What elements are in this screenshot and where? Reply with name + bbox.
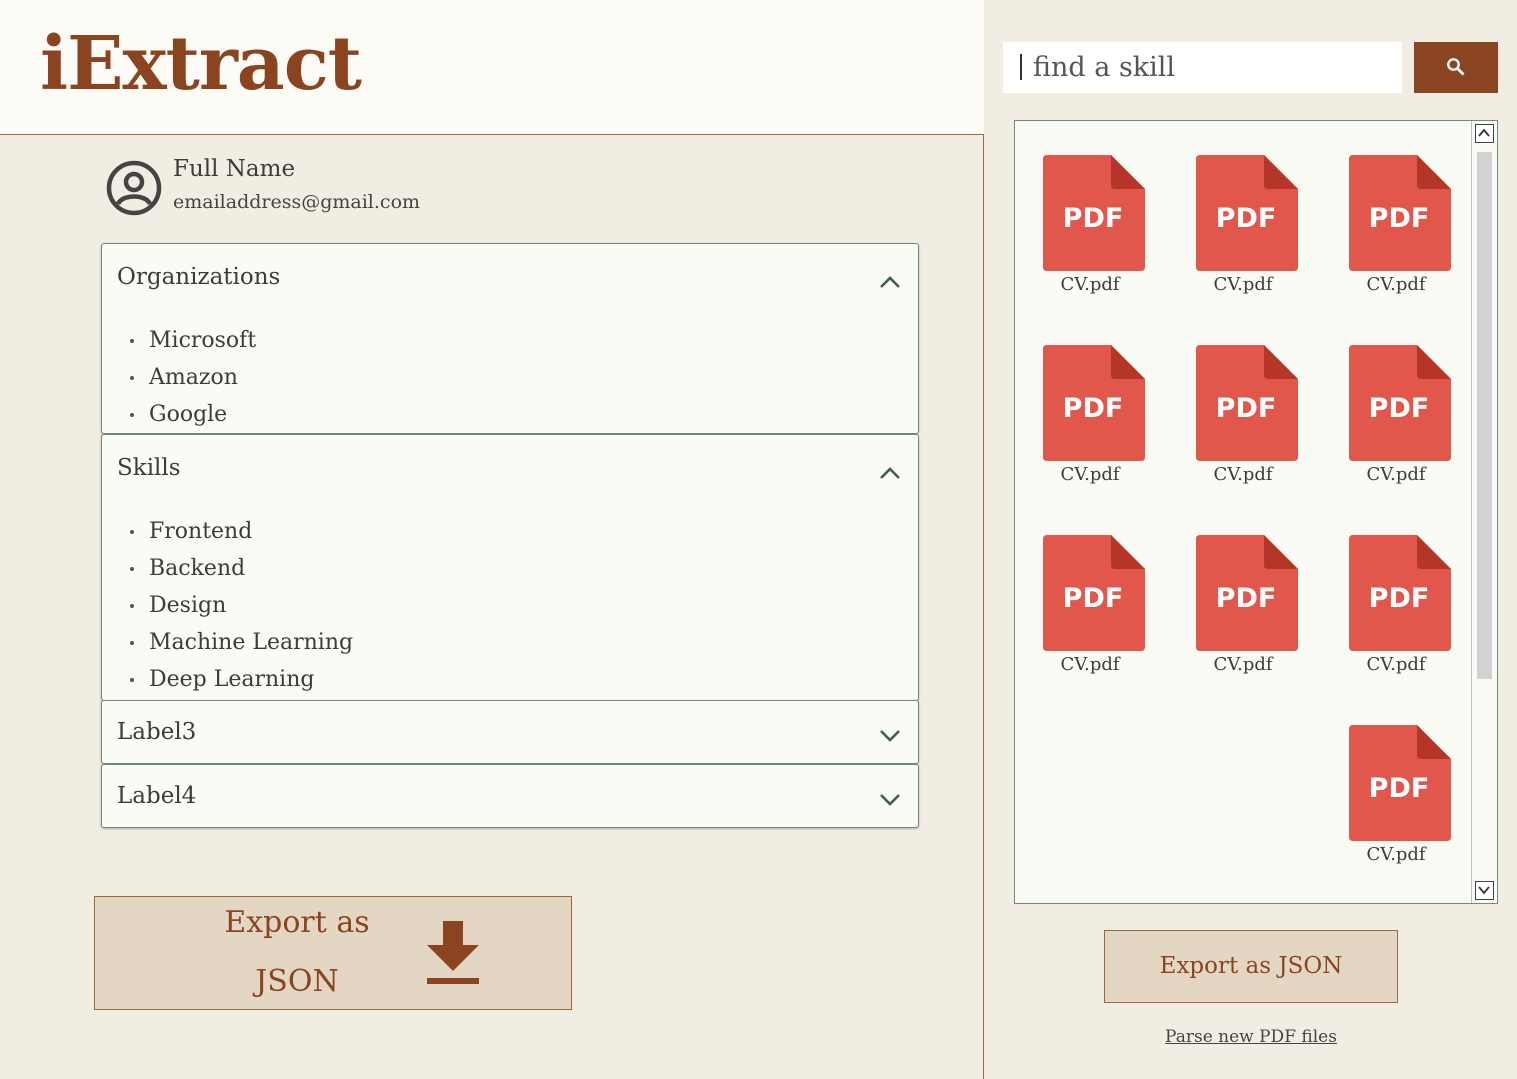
download-icon: [427, 921, 479, 984]
file-name: CV.pdf: [1366, 844, 1426, 865]
pdf-badge: PDF: [1369, 583, 1430, 614]
app-logo: iExtract: [40, 21, 362, 107]
accordion-header-label3[interactable]: Label3: [102, 701, 918, 763]
accordion-skills: Skills Frontend Backend Design Machine L…: [101, 434, 919, 701]
accordion-title: Label3: [117, 719, 197, 745]
list-item: Google: [126, 396, 256, 433]
skills-list: Frontend Backend Design Machine Learning…: [126, 513, 353, 698]
chevron-down-icon[interactable]: [878, 723, 902, 747]
accordion-header-organizations[interactable]: Organizations: [102, 244, 918, 318]
export-json-button[interactable]: Export as JSON: [1104, 930, 1398, 1003]
file-browser: PDF CV.pdf PDF CV.pdf PDF CV.pdf PDF CV.pdf PDF C…: [1014, 120, 1498, 904]
file-tile[interactable]: PDF CV.pdf: [1039, 155, 1149, 305]
pdf-file-icon: PDF: [1349, 725, 1451, 841]
scroll-down-button[interactable]: [1475, 881, 1494, 900]
file-name: CV.pdf: [1366, 654, 1426, 675]
accordion-label3: Label3: [101, 700, 919, 764]
user-circle-icon: [106, 160, 162, 216]
pdf-file-icon: PDF: [1349, 155, 1451, 271]
user-email: emailaddress@gmail.com: [173, 191, 421, 213]
accordion-header-skills[interactable]: Skills: [102, 435, 918, 509]
file-name: CV.pdf: [1060, 464, 1120, 485]
chevron-up-icon[interactable]: [878, 461, 902, 485]
file-tile[interactable]: PDF CV.pdf: [1345, 345, 1455, 495]
scrollbar[interactable]: [1471, 121, 1497, 903]
accordion-label4: Label4: [101, 764, 919, 828]
pdf-badge: PDF: [1369, 393, 1430, 424]
search-icon: [1447, 58, 1465, 76]
file-tile[interactable]: PDF CV.pdf: [1345, 155, 1455, 305]
file-tile[interactable]: PDF CV.pdf: [1192, 155, 1302, 305]
file-name: CV.pdf: [1366, 274, 1426, 295]
parse-pdf-link[interactable]: Parse new PDF files: [1104, 1027, 1398, 1047]
pdf-badge: PDF: [1216, 393, 1277, 424]
pdf-badge: PDF: [1063, 583, 1124, 614]
file-tile[interactable]: PDF CV.pdf: [1345, 725, 1455, 875]
scroll-up-button[interactable]: [1475, 124, 1494, 143]
app-root: iExtract Full Name emailaddress@gmail.co…: [0, 0, 1517, 1079]
text-caret: [1020, 54, 1022, 80]
list-item: Design: [126, 587, 353, 624]
accordion-title: Skills: [117, 455, 181, 481]
export-json-button-large[interactable]: Export as JSON: [94, 896, 572, 1010]
file-tile[interactable]: PDF CV.pdf: [1192, 345, 1302, 495]
file-name: CV.pdf: [1213, 274, 1273, 295]
user-name: Full Name: [173, 156, 296, 182]
list-item: Amazon: [126, 359, 256, 396]
accordion-organizations: Organizations Microsoft Amazon Google: [101, 243, 919, 434]
pdf-file-icon: PDF: [1349, 345, 1451, 461]
list-item: Backend: [126, 550, 353, 587]
accordion-header-label4[interactable]: Label4: [102, 765, 918, 827]
file-tile[interactable]: PDF CV.pdf: [1192, 535, 1302, 685]
search-button[interactable]: [1414, 42, 1498, 93]
search-box: [1003, 42, 1402, 93]
pdf-badge: PDF: [1063, 203, 1124, 234]
file-name: CV.pdf: [1366, 464, 1426, 485]
accordion-title: Organizations: [117, 264, 281, 290]
pdf-badge: PDF: [1369, 773, 1430, 804]
pdf-file-icon: PDF: [1043, 345, 1145, 461]
list-item: Deep Learning: [126, 661, 353, 698]
pdf-badge: PDF: [1216, 583, 1277, 614]
file-name: CV.pdf: [1060, 274, 1120, 295]
file-name: CV.pdf: [1060, 654, 1120, 675]
accordion-title: Label4: [117, 783, 197, 809]
right-panel: PDF CV.pdf PDF CV.pdf PDF CV.pdf PDF CV.pdf PDF C…: [985, 0, 1517, 1079]
list-item: Machine Learning: [126, 624, 353, 661]
pdf-badge: PDF: [1369, 203, 1430, 234]
chevron-up-icon[interactable]: [878, 270, 902, 294]
pdf-file-icon: PDF: [1043, 535, 1145, 651]
file-tile[interactable]: PDF CV.pdf: [1345, 535, 1455, 685]
pdf-file-icon: PDF: [1196, 155, 1298, 271]
chevron-up-icon: [1478, 128, 1490, 137]
pdf-badge: PDF: [1216, 203, 1277, 234]
chevron-down-icon[interactable]: [878, 787, 902, 811]
chevron-down-icon: [1478, 886, 1490, 895]
pdf-file-icon: PDF: [1043, 155, 1145, 271]
pdf-file-icon: PDF: [1349, 535, 1451, 651]
file-name: CV.pdf: [1213, 464, 1273, 485]
pdf-badge: PDF: [1063, 393, 1124, 424]
file-grid: PDF CV.pdf PDF CV.pdf PDF CV.pdf PDF CV.pdf PDF C…: [1015, 121, 1472, 903]
pdf-file-icon: PDF: [1196, 345, 1298, 461]
left-panel: iExtract Full Name emailaddress@gmail.co…: [0, 0, 984, 1079]
header: iExtract: [0, 0, 984, 135]
list-item: Microsoft: [126, 322, 256, 359]
pdf-file-icon: PDF: [1196, 535, 1298, 651]
scroll-thumb[interactable]: [1477, 152, 1492, 679]
file-name: CV.pdf: [1213, 654, 1273, 675]
file-tile[interactable]: PDF CV.pdf: [1039, 345, 1149, 495]
search-input[interactable]: [1033, 42, 1393, 93]
list-item: Frontend: [126, 513, 353, 550]
file-tile[interactable]: PDF CV.pdf: [1039, 535, 1149, 685]
organizations-list: Microsoft Amazon Google: [126, 322, 256, 433]
